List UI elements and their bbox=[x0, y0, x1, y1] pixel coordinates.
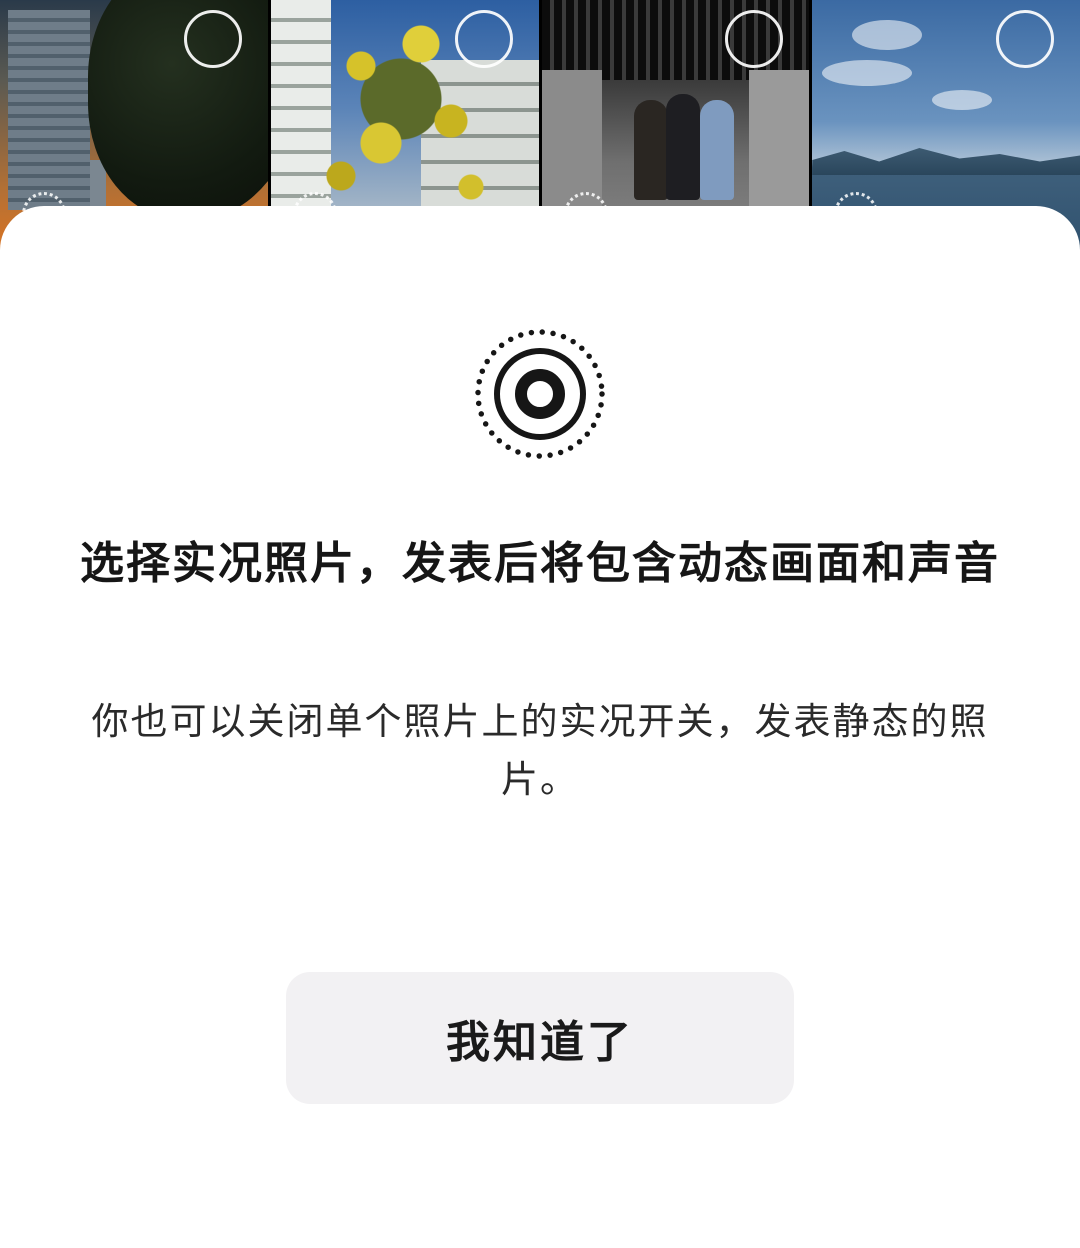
sheet-title: 选择实况照片，发表后将包含动态画面和声音 bbox=[80, 538, 1000, 589]
live-photo-info-sheet: 选择实况照片，发表后将包含动态画面和声音 你也可以关闭单个照片上的实况开关，发表… bbox=[0, 206, 1080, 1248]
photo-select-circle-icon[interactable] bbox=[725, 10, 784, 68]
photo-select-circle-icon[interactable] bbox=[183, 10, 242, 68]
photo-select-circle-icon[interactable] bbox=[996, 10, 1054, 68]
got-it-button[interactable]: 我知道了 bbox=[286, 972, 794, 1104]
screen: 选择实况照片，发表后将包含动态画面和声音 你也可以关闭单个照片上的实况开关，发表… bbox=[0, 0, 1080, 1248]
photo-select-circle-icon[interactable] bbox=[454, 10, 513, 68]
sheet-description: 你也可以关闭单个照片上的实况开关，发表静态的照片。 bbox=[91, 700, 989, 801]
live-photo-icon bbox=[475, 329, 605, 459]
